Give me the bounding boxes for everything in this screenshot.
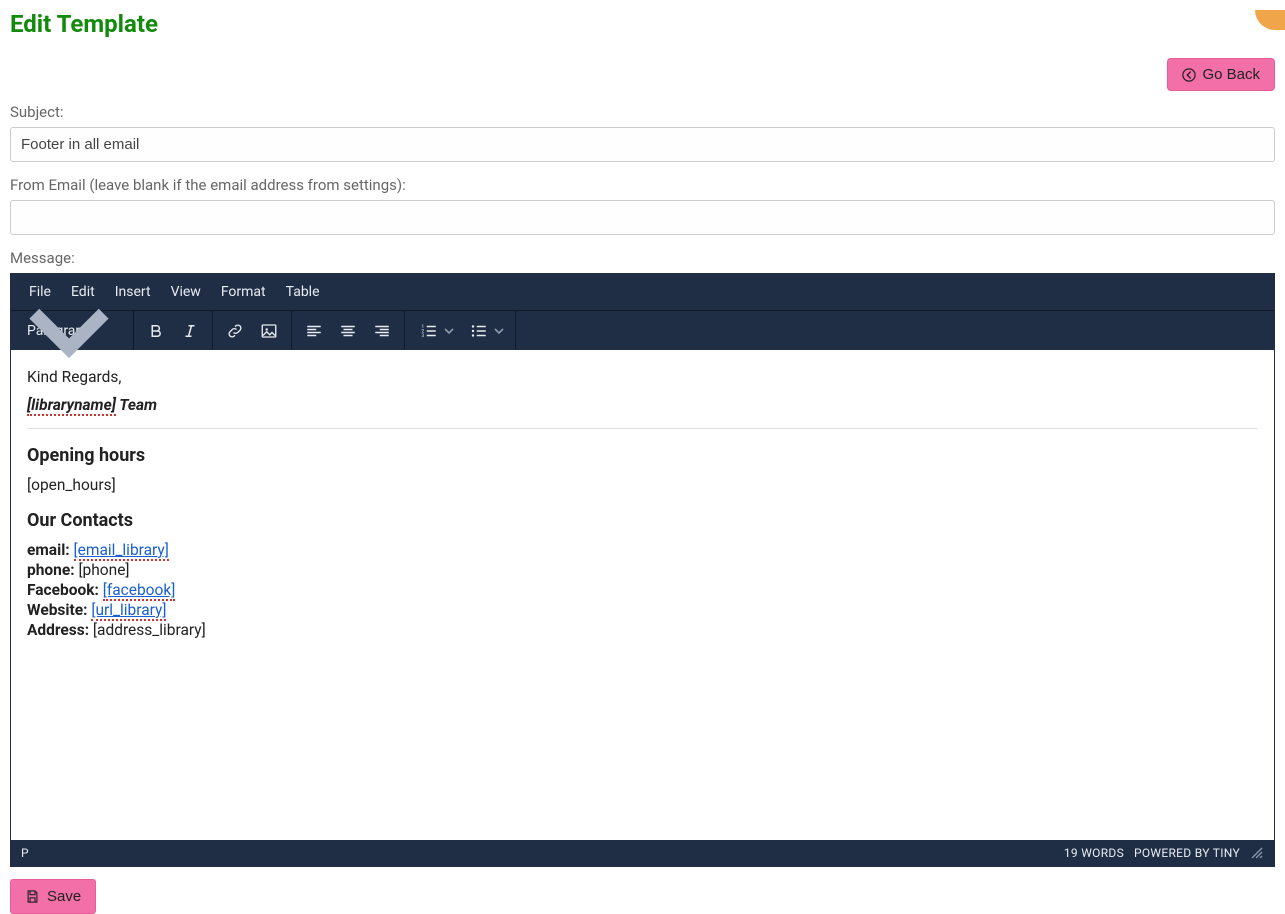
powered-by[interactable]: POWERED BY TINY	[1134, 846, 1240, 860]
contact-email-label: email:	[27, 541, 70, 559]
richtext-editor: File Edit Insert View Format Table Parag…	[10, 273, 1275, 867]
bold-button[interactable]	[140, 315, 172, 347]
status-path[interactable]: P	[21, 846, 29, 860]
contact-facebook-label: Facebook:	[27, 581, 99, 599]
chevron-down-icon	[443, 325, 455, 337]
editor-menubar: File Edit Insert View Format Table	[11, 274, 1274, 310]
our-contacts-heading: Our Contacts	[27, 510, 1258, 531]
svg-text:3: 3	[422, 333, 425, 339]
bold-icon	[147, 322, 165, 340]
from-email-input[interactable]	[10, 200, 1275, 235]
image-button[interactable]	[253, 315, 285, 347]
ordered-list-icon: 123	[420, 322, 438, 340]
team-suffix: Team	[116, 396, 157, 414]
editor-toolbar: Paragraph	[11, 310, 1274, 350]
menu-format[interactable]: Format	[211, 276, 276, 308]
italic-icon	[181, 322, 199, 340]
go-back-label: Go Back	[1202, 66, 1260, 83]
open-hours-token: [open_hours]	[27, 476, 1258, 494]
chevron-down-icon	[493, 325, 505, 337]
library-team-line: [libraryname] Team	[27, 396, 1258, 414]
page-title: Edit Template	[10, 10, 1275, 38]
contact-website-value[interactable]: [url_library]	[91, 601, 166, 621]
menu-view[interactable]: View	[161, 276, 211, 308]
editor-content-area[interactable]: Kind Regards, [libraryname] Team Opening…	[11, 350, 1274, 840]
contact-address-value: [address_library]	[93, 621, 206, 639]
italic-button[interactable]	[174, 315, 206, 347]
word-count: 19 WORDS	[1064, 846, 1124, 860]
align-center-button[interactable]	[332, 315, 364, 347]
align-right-button[interactable]	[366, 315, 398, 347]
resize-handle-icon[interactable]	[1250, 846, 1264, 860]
menu-table[interactable]: Table	[276, 276, 330, 308]
contact-facebook-value[interactable]: [facebook]	[103, 581, 176, 601]
contact-website-label: Website:	[27, 601, 87, 619]
go-back-button[interactable]: Go Back	[1167, 58, 1275, 91]
save-button[interactable]: Save	[10, 879, 96, 914]
editor-statusbar: P 19 WORDS POWERED BY TINY	[11, 840, 1274, 866]
subject-label: Subject:	[10, 103, 1275, 121]
save-label: Save	[47, 888, 81, 905]
link-icon	[226, 322, 244, 340]
image-icon	[260, 322, 278, 340]
contact-email-value[interactable]: [email_library]	[74, 541, 169, 561]
contact-address-label: Address:	[27, 621, 89, 639]
link-button[interactable]	[219, 315, 251, 347]
numbered-list-button[interactable]: 123	[411, 315, 459, 347]
align-right-icon	[373, 322, 391, 340]
bullet-list-button[interactable]	[461, 315, 509, 347]
block-format-select[interactable]: Paragraph	[17, 311, 127, 350]
libraryname-token: [libraryname]	[27, 396, 116, 416]
opening-hours-heading: Opening hours	[27, 445, 1258, 466]
greeting-line: Kind Regards,	[27, 368, 1258, 386]
message-label: Message:	[10, 249, 1275, 267]
contacts-block: email: [email_library] phone: [phone] Fa…	[27, 541, 1258, 639]
unordered-list-icon	[470, 322, 488, 340]
divider	[27, 428, 1258, 429]
align-center-icon	[339, 322, 357, 340]
align-left-button[interactable]	[298, 315, 330, 347]
subject-input[interactable]	[10, 127, 1275, 162]
chevron-down-icon	[17, 279, 121, 383]
from-email-label: From Email (leave blank if the email add…	[10, 176, 1275, 194]
contact-phone-label: phone:	[27, 561, 75, 579]
align-left-icon	[305, 322, 323, 340]
contact-phone-value: [phone]	[78, 561, 129, 579]
arrow-left-circle-icon	[1182, 68, 1196, 82]
